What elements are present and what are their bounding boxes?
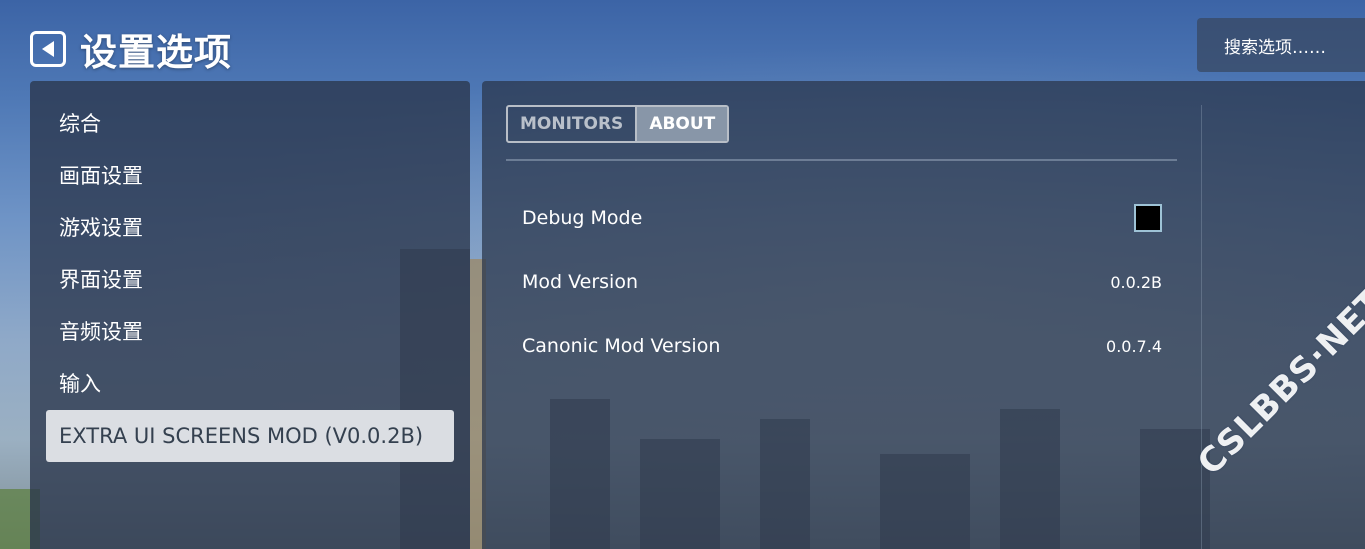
debug-mode-label: Debug Mode (522, 207, 643, 229)
tab-divider (506, 159, 1177, 161)
header: 设置选项 (30, 22, 232, 76)
settings-content-panel: MONITORS ABOUT Debug Mode Mod Version 0.… (482, 81, 1365, 549)
sidebar-item-interface[interactable]: 界面设置 (46, 254, 454, 306)
back-arrow-icon (42, 41, 54, 57)
mod-version-value: 0.0.2B (1110, 272, 1162, 292)
canonic-mod-version-row: Canonic Mod Version 0.0.7.4 (522, 326, 1162, 366)
settings-sidebar: 综合 画面设置 游戏设置 界面设置 音频设置 输入 EXTRA UI SCREE… (30, 81, 470, 549)
mod-version-label: Mod Version (522, 271, 638, 293)
debug-mode-row: Debug Mode (522, 198, 1162, 238)
mod-version-row: Mod Version 0.0.2B (522, 262, 1162, 302)
tab-monitors[interactable]: MONITORS (508, 107, 635, 141)
sidebar-item-audio[interactable]: 音频设置 (46, 306, 454, 358)
sidebar-item-graphics[interactable]: 画面设置 (46, 150, 454, 202)
sidebar-item-gameplay[interactable]: 游戏设置 (46, 202, 454, 254)
tab-bar: MONITORS ABOUT (506, 105, 730, 143)
canonic-mod-version-value: 0.0.7.4 (1106, 336, 1162, 356)
sidebar-item-general[interactable]: 综合 (46, 98, 454, 150)
panel-divider (1201, 105, 1202, 549)
debug-mode-checkbox[interactable] (1134, 204, 1162, 232)
back-button[interactable] (30, 31, 66, 67)
search-options-button[interactable]: 搜索选项…… (1197, 18, 1365, 72)
page-title: 设置选项 (80, 31, 232, 74)
canonic-mod-version-label: Canonic Mod Version (522, 335, 721, 357)
sidebar-item-input[interactable]: 输入 (46, 358, 454, 410)
sidebar-item-extra-ui-screens-mod[interactable]: EXTRA UI SCREENS MOD (V0.0.2B) (46, 410, 454, 462)
tab-about[interactable]: ABOUT (635, 107, 728, 141)
